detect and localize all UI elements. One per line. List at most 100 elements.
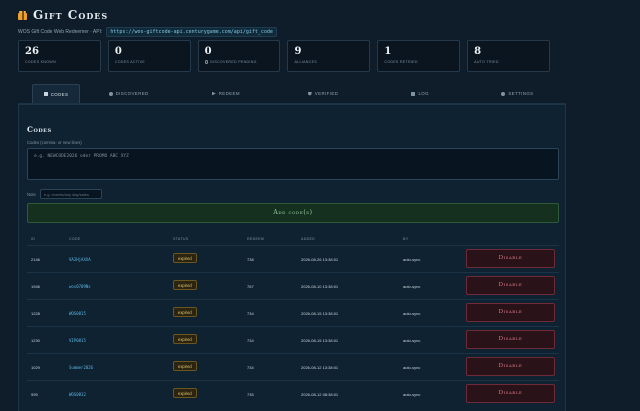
cell-code: wos0709Ns: [69, 284, 91, 289]
header-redeemed: Redeem: [247, 237, 265, 241]
tab-discovered[interactable]: Discovered: [80, 84, 177, 103]
cell-redeemed: 767: [247, 284, 254, 289]
tab-settings[interactable]: Settings: [469, 84, 566, 103]
cell-code: WOS0815: [69, 311, 86, 316]
status-badge: expired: [173, 388, 197, 398]
disable-button[interactable]: Disable: [466, 384, 555, 403]
status-badge: expired: [173, 253, 197, 263]
search-icon: [204, 60, 209, 64]
header-id: ID: [31, 237, 36, 241]
subtitle-text: WOS Gift Code Web Redeemer · API:: [18, 29, 103, 35]
stat-auto-tried: 8 Auto Tried: [467, 40, 550, 72]
note-input[interactable]: [39, 189, 102, 199]
tab-label: Codes: [50, 91, 69, 97]
note-label: Note: [27, 191, 36, 197]
codes-icon: [43, 92, 48, 96]
log-icon: [411, 91, 416, 96]
status-badge: expired: [173, 280, 197, 290]
cell-added: 2026-08-12 13:38:01: [301, 365, 339, 370]
cell-by: auto-sync: [403, 311, 421, 316]
cell-redeemed: 734: [247, 338, 254, 343]
disable-button[interactable]: Disable: [466, 357, 555, 376]
search-icon: [108, 91, 113, 96]
cell-id: 1946: [31, 284, 40, 289]
tab-log[interactable]: Log: [372, 84, 469, 103]
cell-by: auto-sync: [403, 338, 421, 343]
gift-icon: [18, 10, 27, 20]
stat-value: 1: [384, 46, 392, 57]
header-status: Status: [173, 237, 189, 241]
cell-code: VIP0815: [69, 338, 86, 343]
table-row: 1230 VIP0815 expired 734 2026-08-15 13:3…: [27, 326, 559, 353]
cell-code: Summer2026: [69, 365, 94, 370]
stat-label: Auto Tried: [474, 60, 499, 64]
stat-value: 26: [25, 46, 39, 57]
codes-input[interactable]: [27, 148, 559, 180]
disable-button[interactable]: Disable: [466, 276, 555, 295]
cell-added: 2026-08-15 13:38:01: [301, 311, 339, 316]
stat-label: Codes Active: [114, 60, 145, 64]
api-url: https://wos-giftcode-api.centurygame.com…: [106, 27, 277, 37]
tab-label: Discovered: [115, 91, 149, 96]
tab-redeem[interactable]: Redeem: [177, 84, 274, 103]
cell-id: 995: [31, 392, 38, 397]
header-added: Added: [301, 237, 316, 241]
cell-id: 2146: [31, 257, 40, 262]
tab-verified[interactable]: Verified: [274, 84, 371, 103]
cell-redeemed: 734: [247, 365, 254, 370]
cell-redeemed: 735: [247, 392, 254, 397]
tab-label: Redeem: [218, 91, 240, 96]
stat-label-row: Discovered Pending: [204, 60, 274, 64]
cell-id: 1228: [31, 311, 40, 316]
table-header: ID Code Status Redeem Added By: [27, 236, 559, 245]
tab-label: Settings: [508, 91, 534, 96]
stat-value: 8: [474, 46, 482, 57]
play-icon: [211, 91, 216, 96]
table-row: 1228 WOS0815 expired 734 2026-08-15 13:3…: [27, 299, 559, 326]
cell-added: 2026-08-10 13:38:01: [301, 284, 339, 289]
cell-by: auto-sync: [403, 257, 421, 262]
disable-button[interactable]: Disable: [466, 303, 555, 322]
cell-added: 2026-08-26 13:38:01: [301, 257, 339, 262]
codes-table: 2146 VA2HjAXXA expired 738 2026-08-26 13…: [27, 245, 559, 407]
stat-value: 9: [294, 46, 302, 57]
stats-row: 26 Codes Known 0 Codes Active 0 Discover…: [18, 40, 550, 72]
table-row: 1029 Summer2026 expired 734 2026-08-12 1…: [27, 353, 559, 380]
cell-by: auto-sync: [403, 392, 421, 397]
cell-added: 2026-08-12 08:38:01: [301, 392, 339, 397]
stat-value: 0: [204, 46, 212, 57]
tab-codes[interactable]: Codes: [32, 84, 80, 103]
cell-by: auto-sync: [403, 365, 421, 370]
disable-button[interactable]: Disable: [466, 330, 555, 349]
tab-bar: Codes Discovered Redeem Verified Log Set…: [18, 84, 566, 104]
header-by: By: [403, 237, 409, 241]
stat-codes-known: 26 Codes Known: [18, 40, 101, 72]
cell-code: WOS0812: [69, 392, 86, 397]
header-code: Code: [69, 237, 81, 241]
status-badge: expired: [173, 334, 197, 344]
add-codes-button[interactable]: Add code(s): [27, 203, 559, 223]
header: Gift Codes: [18, 8, 108, 22]
table-row: 2146 VA2HjAXXA expired 738 2026-08-26 13…: [27, 245, 559, 272]
cell-added: 2026-08-15 13:38:01: [301, 338, 339, 343]
disable-button[interactable]: Disable: [466, 249, 555, 268]
codes-panel: Codes Codes (comma- or new lines) Note A…: [18, 104, 566, 411]
stat-codes-active: 0 Codes Active: [107, 40, 191, 72]
table-row: 1946 wos0709Ns expired 767 2026-08-10 13…: [27, 272, 559, 299]
stat-value: 0: [114, 46, 122, 57]
cell-code: VA2HjAXXA: [69, 257, 91, 262]
stat-label: Codes Retried: [384, 60, 418, 64]
shield-icon: [307, 91, 312, 96]
subtitle-row: WOS Gift Code Web Redeemer · API: https:…: [18, 27, 277, 37]
stat-alliances: 9 Alliances: [287, 40, 371, 72]
stat-discovered-pending: 0 Discovered Pending: [197, 40, 281, 72]
table-row: 995 WOS0812 expired 735 2026-08-12 08:38…: [27, 380, 559, 407]
tab-label: Verified: [314, 91, 339, 96]
stat-label: Discovered Pending: [210, 60, 257, 64]
page-title: Gift Codes: [33, 8, 109, 22]
status-badge: expired: [173, 361, 197, 371]
cell-by: auto-sync: [403, 284, 421, 289]
status-badge: expired: [173, 307, 197, 317]
stat-label: Codes Known: [25, 60, 56, 64]
stat-codes-retried: 1 Codes Retried: [377, 40, 461, 72]
